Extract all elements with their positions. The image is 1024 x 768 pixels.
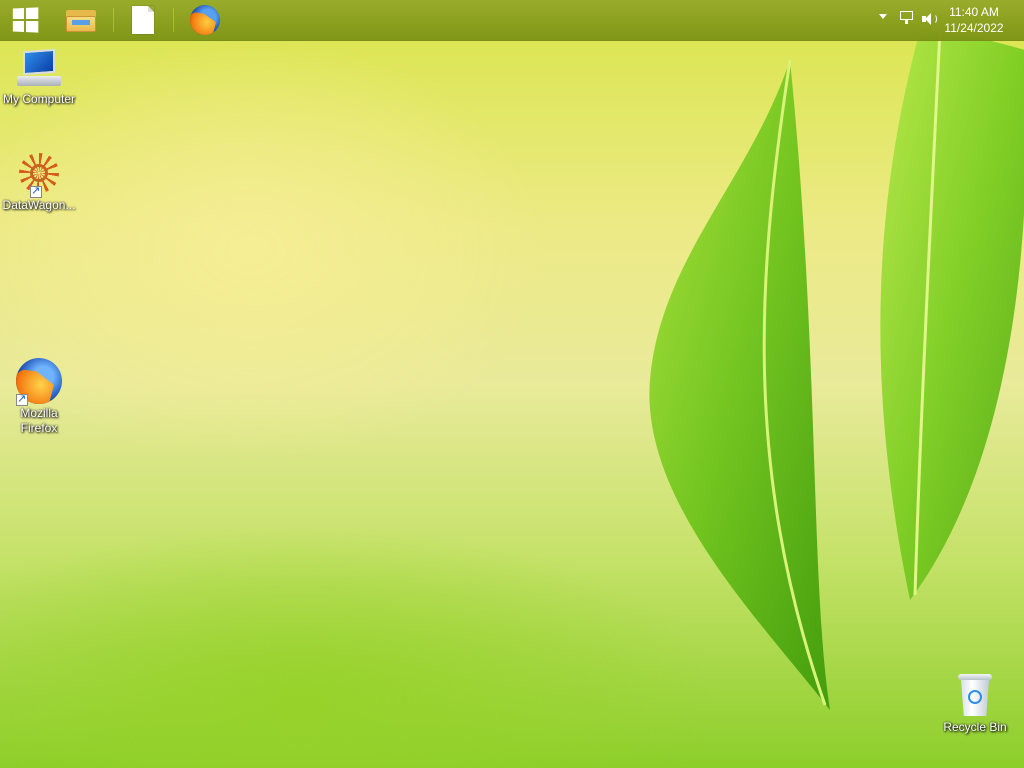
- document-icon: [132, 6, 154, 34]
- system-tray: 11:40 AM 11/24/2022: [874, 0, 1024, 40]
- taskbar: 11:40 AM 11/24/2022: [0, 0, 1024, 41]
- show-hidden-icons-chevron-icon[interactable]: [879, 14, 887, 19]
- firefox-icon: [190, 5, 220, 35]
- windows-logo-icon: [12, 7, 39, 33]
- wallpaper-leaf: [649, 60, 830, 710]
- desktop-icon-label: Recycle Bin: [943, 720, 1007, 734]
- desktop-icon-label: Mozilla Firefox: [20, 406, 58, 435]
- desktop-icon-datawagon[interactable]: DataWagon...: [1, 150, 77, 213]
- network-icon[interactable]: [900, 11, 914, 25]
- taskbar-separator: [173, 8, 174, 32]
- taskbar-firefox-button[interactable]: [176, 0, 234, 40]
- desktop-icon-label: My Computer: [2, 92, 76, 106]
- folder-icon: [66, 8, 96, 32]
- clock[interactable]: 11:40 AM 11/24/2022: [938, 4, 1010, 36]
- desktop-icon-firefox[interactable]: Mozilla Firefox: [1, 358, 77, 436]
- taskbar-file-explorer-button[interactable]: [52, 0, 110, 40]
- shortcut-arrow-icon: [30, 184, 42, 198]
- taskbar-document-button[interactable]: [114, 0, 172, 40]
- wallpaper-leaf: [880, 30, 1024, 600]
- volume-icon[interactable]: [922, 12, 938, 26]
- computer-icon: [17, 48, 61, 90]
- datawagon-icon: [16, 150, 62, 198]
- clock-time: 11:40 AM: [949, 5, 999, 19]
- shortcut-arrow-icon: [16, 392, 28, 406]
- start-button[interactable]: [0, 0, 50, 40]
- desktop-icon-label: DataWagon...: [2, 198, 76, 212]
- desktop-icon-recycle-bin[interactable]: Recycle Bin: [937, 672, 1013, 735]
- clock-date: 11/24/2022: [944, 21, 1004, 35]
- recycle-bin-icon: [958, 672, 992, 718]
- desktop-icon-my-computer[interactable]: My Computer: [1, 48, 77, 107]
